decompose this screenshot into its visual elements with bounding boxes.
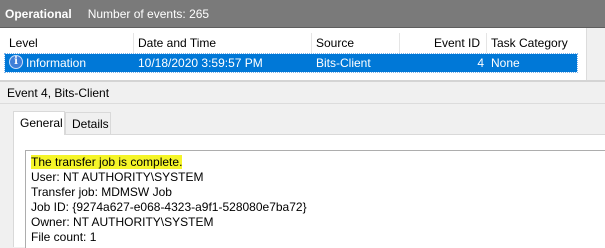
detail-title: Event 4, Bits-Client — [0, 82, 605, 104]
event-description[interactable]: The transfer job is complete. User: NT A… — [25, 150, 605, 248]
column-header-source[interactable]: Source — [311, 33, 399, 53]
grid-header: Level Date and Time Source Event ID Task… — [0, 33, 605, 53]
description-line-3: Transfer job: MDMSW Job — [31, 185, 172, 199]
description-line-4: Job ID: {9274a627-e068-4323-a9f1-528080e… — [31, 200, 307, 214]
highlighted-text: The transfer job is complete. — [31, 155, 183, 169]
info-icon: i — [9, 55, 23, 69]
log-name: Operational — [5, 6, 72, 21]
tab-details[interactable]: Details — [65, 112, 111, 134]
general-panel: The transfer job is complete. User: NT A… — [13, 134, 605, 248]
event-row-selected[interactable]: i Information 10/18/2020 3:59:57 PM Bits… — [4, 53, 578, 73]
row-date-time: 10/18/2020 3:59:57 PM — [138, 56, 263, 70]
row-event-id: 4 — [477, 56, 484, 70]
events-grid: Level Date and Time Source Event ID Task… — [0, 28, 605, 80]
description-line-1: The transfer job is complete. — [31, 155, 183, 170]
row-level: Information — [26, 56, 87, 70]
event-count: Number of events: 265 — [87, 6, 210, 21]
log-header-bar: Operational Number of events: 265 — [0, 0, 605, 28]
column-header-level[interactable]: Level — [5, 33, 133, 53]
description-line-2: User: NT AUTHORITY\SYSTEM — [31, 170, 204, 184]
row-source: Bits-Client — [316, 56, 371, 70]
column-header-date-time[interactable]: Date and Time — [133, 33, 311, 53]
description-line-6: File count: 1 — [31, 230, 97, 244]
row-task-category: None — [491, 56, 520, 70]
column-header-task-category[interactable]: Task Category — [486, 33, 586, 53]
description-line-5: Owner: NT AUTHORITY\SYSTEM — [31, 215, 214, 229]
grid-scrollbar[interactable] — [586, 28, 605, 80]
tab-general[interactable]: General — [13, 111, 65, 135]
column-header-event-id[interactable]: Event ID — [399, 33, 484, 53]
